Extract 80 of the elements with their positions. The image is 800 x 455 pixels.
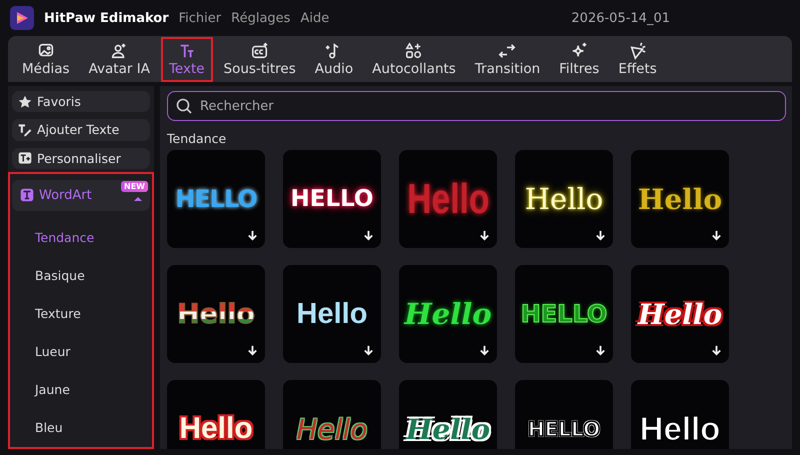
toolbar-tab[interactable]: Autocollants xyxy=(364,37,464,82)
download-icon[interactable] xyxy=(247,230,258,241)
sidebar-item[interactable]: Ajouter Texte xyxy=(12,119,150,141)
new-badge: NEW xyxy=(121,180,148,192)
wordart-preview-text: Hello xyxy=(524,182,604,216)
wordart-tile[interactable]: Hello xyxy=(399,265,497,363)
wordart-preview-text: Hello xyxy=(179,412,253,446)
wordart-tile[interactable]: HELLO xyxy=(515,265,613,363)
toolbar-tab[interactable]: Sous-titres xyxy=(216,37,304,82)
shapes-icon xyxy=(405,42,423,60)
arrows-icon xyxy=(498,42,516,60)
toolbar-tab[interactable]: Audio xyxy=(306,37,362,82)
wordart-preview-text: HELLO xyxy=(290,186,374,212)
wordart-tile[interactable]: Hello xyxy=(515,150,613,248)
wordart-tile[interactable]: HELLO xyxy=(283,150,381,248)
toolbar-tab[interactable]: Filtres xyxy=(551,37,608,82)
wordart-tile[interactable]: Hello xyxy=(283,380,381,449)
sidebar-item-label: Favoris xyxy=(37,94,81,110)
download-icon[interactable] xyxy=(247,345,258,356)
cone-icon xyxy=(628,42,647,60)
app-logo-icon xyxy=(10,6,34,30)
download-icon[interactable] xyxy=(595,345,606,356)
wordart-icon xyxy=(20,188,34,202)
wordart-tile[interactable]: Hello xyxy=(167,265,265,363)
wordart-preview-text: Hello xyxy=(406,412,490,446)
person-plus-icon xyxy=(110,42,128,60)
search-field[interactable]: Rechercher xyxy=(167,91,786,121)
menu-item[interactable]: Aide xyxy=(300,10,330,26)
download-icon[interactable] xyxy=(711,345,722,356)
wordart-preview-text: Hello xyxy=(640,410,720,448)
download-icon[interactable] xyxy=(363,230,374,241)
project-name: 2026-05-14_01 xyxy=(571,10,670,26)
wordart-tile[interactable]: Hello xyxy=(283,265,381,363)
wordart-preview-text: Hello xyxy=(406,175,490,223)
app-name: HitPaw Edimakor xyxy=(44,10,169,26)
wordart-tile[interactable]: Hello xyxy=(631,150,729,248)
download-icon[interactable] xyxy=(595,230,606,241)
text-box-icon xyxy=(18,151,32,166)
download-icon[interactable] xyxy=(479,230,490,241)
sidebar-subitem[interactable]: Tendance xyxy=(12,218,150,257)
wordart-tile[interactable]: Hello xyxy=(631,380,729,449)
download-icon[interactable] xyxy=(479,345,490,356)
wordart-tile[interactable]: HELLO xyxy=(167,150,265,248)
wordart-preview-text: HELLO xyxy=(175,185,257,213)
sidebar-subitem[interactable]: Jaune xyxy=(12,370,150,409)
menu-item[interactable]: Fichier xyxy=(178,10,222,26)
wordart-preview-text: HELLO xyxy=(528,417,600,441)
toolbar-tab[interactable]: Effets xyxy=(610,37,665,82)
sidebar-subitem[interactable]: Bleu xyxy=(12,408,150,447)
wordart-preview-text: Hello xyxy=(404,297,492,331)
text-icon xyxy=(178,42,196,60)
sidebar-subitem[interactable]: Lueur xyxy=(12,332,150,371)
toolbar-tab[interactable]: Texte xyxy=(160,37,213,82)
wordart-tile[interactable]: Hello xyxy=(167,380,265,449)
wordart-tile[interactable]: Hello xyxy=(631,265,729,363)
sidebar-item-label: Ajouter Texte xyxy=(37,122,120,138)
sidebar-subitem[interactable]: Basique xyxy=(12,256,150,295)
sidebar-item[interactable]: Favoris xyxy=(12,91,150,112)
toolbar-tab[interactable]: Transition xyxy=(466,37,548,82)
wordart-preview-text: Hello xyxy=(638,182,722,216)
wordart-tile[interactable]: HELLO xyxy=(515,380,613,449)
wordart-preview-text: Hello xyxy=(638,298,722,330)
star-icon xyxy=(18,94,32,109)
wordart-preview-text: Hello xyxy=(296,412,368,446)
sidebar-subitem[interactable]: Texture xyxy=(12,294,150,333)
sidebar-item-label: Personnaliser xyxy=(37,150,121,166)
download-icon[interactable] xyxy=(711,230,722,241)
download-icon[interactable] xyxy=(363,345,374,356)
toolbar-tab[interactable]: Médias xyxy=(14,37,78,82)
captions-icon xyxy=(250,42,269,60)
toolbar-tab[interactable]: Avatar IA xyxy=(80,37,158,82)
sidebar-group-label: WordArt xyxy=(39,188,92,203)
wordart-tile[interactable]: Hello xyxy=(399,380,497,449)
sidebar-group-header[interactable]: WordArt NEW xyxy=(12,180,150,211)
wordart-preview-text: Hello xyxy=(296,298,368,330)
sidebar-item[interactable]: Personnaliser xyxy=(12,148,150,169)
pencil-text-icon xyxy=(18,122,32,137)
section-title: Tendance xyxy=(167,131,228,146)
menu-item[interactable]: Réglages xyxy=(231,10,290,26)
wordart-preview-text: HELLO xyxy=(520,300,608,328)
